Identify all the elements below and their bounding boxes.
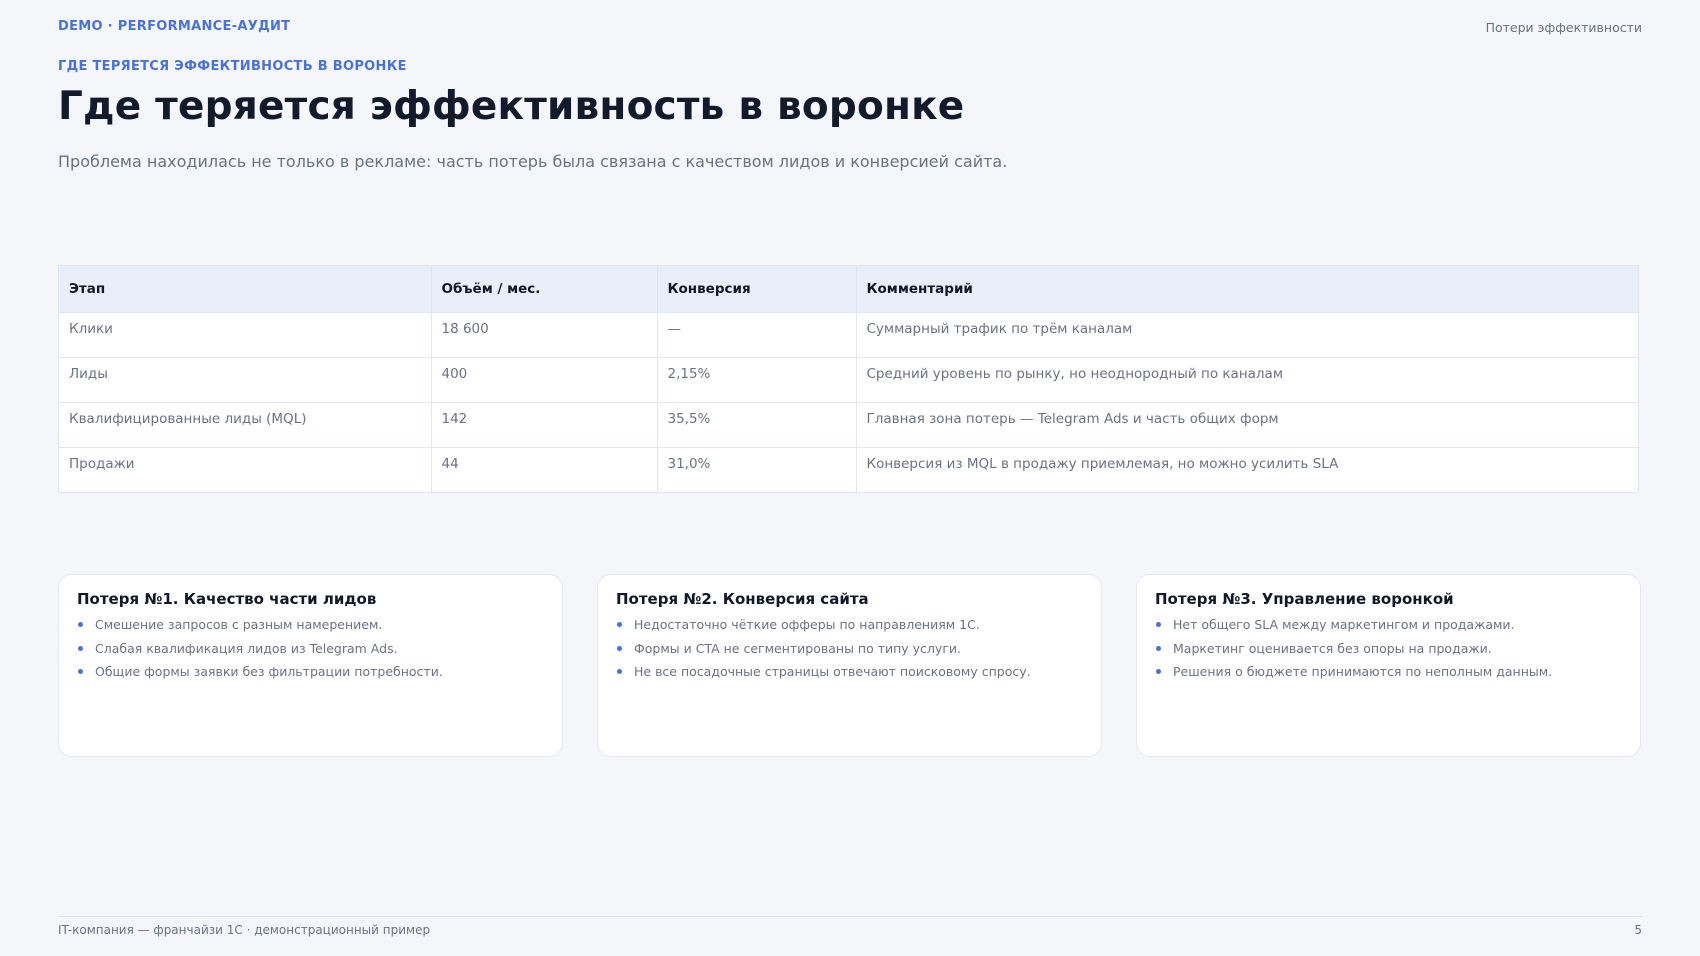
card-list: Недостаточно чёткие офферы по направлени… <box>616 613 1083 684</box>
table-cell: Средний уровень по рынку, но неоднородны… <box>856 357 1638 403</box>
list-item: Не все посадочные страницы отвечают поис… <box>616 660 1083 684</box>
list-item: Недостаточно чёткие офферы по направлени… <box>616 613 1083 637</box>
card-title: Потеря №3. Управление воронкой <box>1155 590 1454 608</box>
list-item: Формы и CTA не сегментированы по типу ус… <box>616 637 1083 661</box>
bullet-icon <box>617 622 622 627</box>
bullet-icon <box>617 645 622 651</box>
card-title: Потеря №2. Конверсия сайта <box>616 590 869 608</box>
list-item-text: Формы и CTA не сегментированы по типу ус… <box>634 640 961 656</box>
card-list: Нет общего SLA между маркетингом и прода… <box>1155 613 1622 684</box>
table-row: Квалифицированные лиды (MQL) 142 35,5% Г… <box>59 402 1638 448</box>
table-cell: Продажи <box>59 447 432 492</box>
list-item-text: Решения о бюджете принимаются по неполны… <box>1173 664 1553 679</box>
table-cell: 31,0% <box>657 447 857 492</box>
column-header-volume: Объём / мес. <box>431 266 658 313</box>
bullet-icon <box>78 622 83 627</box>
table-cell: Главная зона потерь — Telegram Ads и час… <box>856 402 1638 448</box>
table-cell: 44 <box>431 447 658 492</box>
funnel-table: Этап Объём / мес. Конверсия Комментарий … <box>58 265 1639 493</box>
page-number: 5 <box>1634 923 1642 937</box>
card-title: Потеря №1. Качество части лидов <box>77 590 377 608</box>
list-item-text: Недостаточно чёткие офферы по направлени… <box>634 617 980 632</box>
list-item: Решения о бюджете принимаются по неполны… <box>1155 660 1622 684</box>
table-cell: 2,15% <box>657 357 857 403</box>
table-cell: 35,5% <box>657 402 857 448</box>
table-cell: 18 600 <box>431 312 658 358</box>
footer-divider <box>58 916 1642 917</box>
page-subtitle: Проблема находилась не только в рекламе:… <box>58 152 1008 171</box>
table-cell: Квалифицированные лиды (MQL) <box>59 402 432 448</box>
loss-card-lead-quality: Потеря №1. Качество части лидов Смешение… <box>58 574 563 757</box>
list-item: Общие формы заявки без фильтрации потреб… <box>77 660 544 684</box>
loss-card-funnel-management: Потеря №3. Управление воронкой Нет общег… <box>1136 574 1641 757</box>
table-cell: — <box>657 312 857 358</box>
section-label: Потери эффективности <box>1485 20 1642 35</box>
bullet-icon <box>1156 645 1161 651</box>
table-cell: Конверсия из MQL в продажу приемлемая, н… <box>866 455 1339 472</box>
column-header-comment: Комментарий <box>856 266 1638 313</box>
column-header-stage: Этап <box>59 266 432 313</box>
bullet-icon <box>1156 669 1161 674</box>
table-header-row: Этап Объём / мес. Конверсия Комментарий <box>59 266 1638 313</box>
table-row: Клики 18 600 — Суммарный трафик по трём … <box>59 312 1638 358</box>
list-item-text: Общие формы заявки без фильтрации потреб… <box>95 664 443 679</box>
slide-eyebrow: ГДЕ ТЕРЯЕТСЯ ЭФФЕКТИВНОСТЬ В ВОРОНКЕ <box>58 59 407 74</box>
list-item: Смешение запросов с разным намерением. <box>77 613 544 637</box>
table-cell: 142 <box>431 402 658 448</box>
page-title: Где теряется эффективность в воронке <box>58 84 965 129</box>
table-cell: 400 <box>431 357 658 403</box>
footer-caption: IT-компания — франчайзи 1С · демонстраци… <box>58 923 431 937</box>
card-list: Смешение запросов с разным намерением. С… <box>77 613 544 684</box>
bullet-icon <box>617 669 622 674</box>
list-item-text: Слабая квалификация лидов из Telegram Ad… <box>95 640 398 656</box>
table-row: Продажи 44 31,0% Конверсия из MQL в прод… <box>59 447 1638 492</box>
slide: DEMO · PERFORMANCE-АУДИТ Потери эффектив… <box>0 0 1700 956</box>
table-cell: Лиды <box>59 357 432 403</box>
bullet-icon <box>1156 622 1161 627</box>
list-item-text: Смешение запросов с разным намерением. <box>95 617 383 632</box>
list-item: Маркетинг оценивается без опоры на прода… <box>1155 637 1622 661</box>
list-item: Нет общего SLA между маркетингом и прода… <box>1155 613 1622 637</box>
table-cell: Суммарный трафик по трём каналам <box>856 312 1638 358</box>
list-item: Слабая квалификация лидов из Telegram Ad… <box>77 637 544 661</box>
bullet-icon <box>78 669 83 674</box>
column-header-conversion: Конверсия <box>657 266 857 313</box>
list-item-text: Не все посадочные страницы отвечают поис… <box>634 664 1031 679</box>
loss-card-site-conversion: Потеря №2. Конверсия сайта Недостаточно … <box>597 574 1102 757</box>
loss-cards: Потеря №1. Качество части лидов Смешение… <box>58 574 1641 757</box>
list-item-text: Маркетинг оценивается без опоры на прода… <box>1173 640 1492 656</box>
table-cell: Клики <box>59 312 432 358</box>
bullet-icon <box>78 645 83 651</box>
table-row: Лиды 400 2,15% Средний уровень по рынку,… <box>59 357 1638 403</box>
brand-label: DEMO · PERFORMANCE-АУДИТ <box>58 19 291 34</box>
list-item-text: Нет общего SLA между маркетингом и прода… <box>1173 617 1515 632</box>
